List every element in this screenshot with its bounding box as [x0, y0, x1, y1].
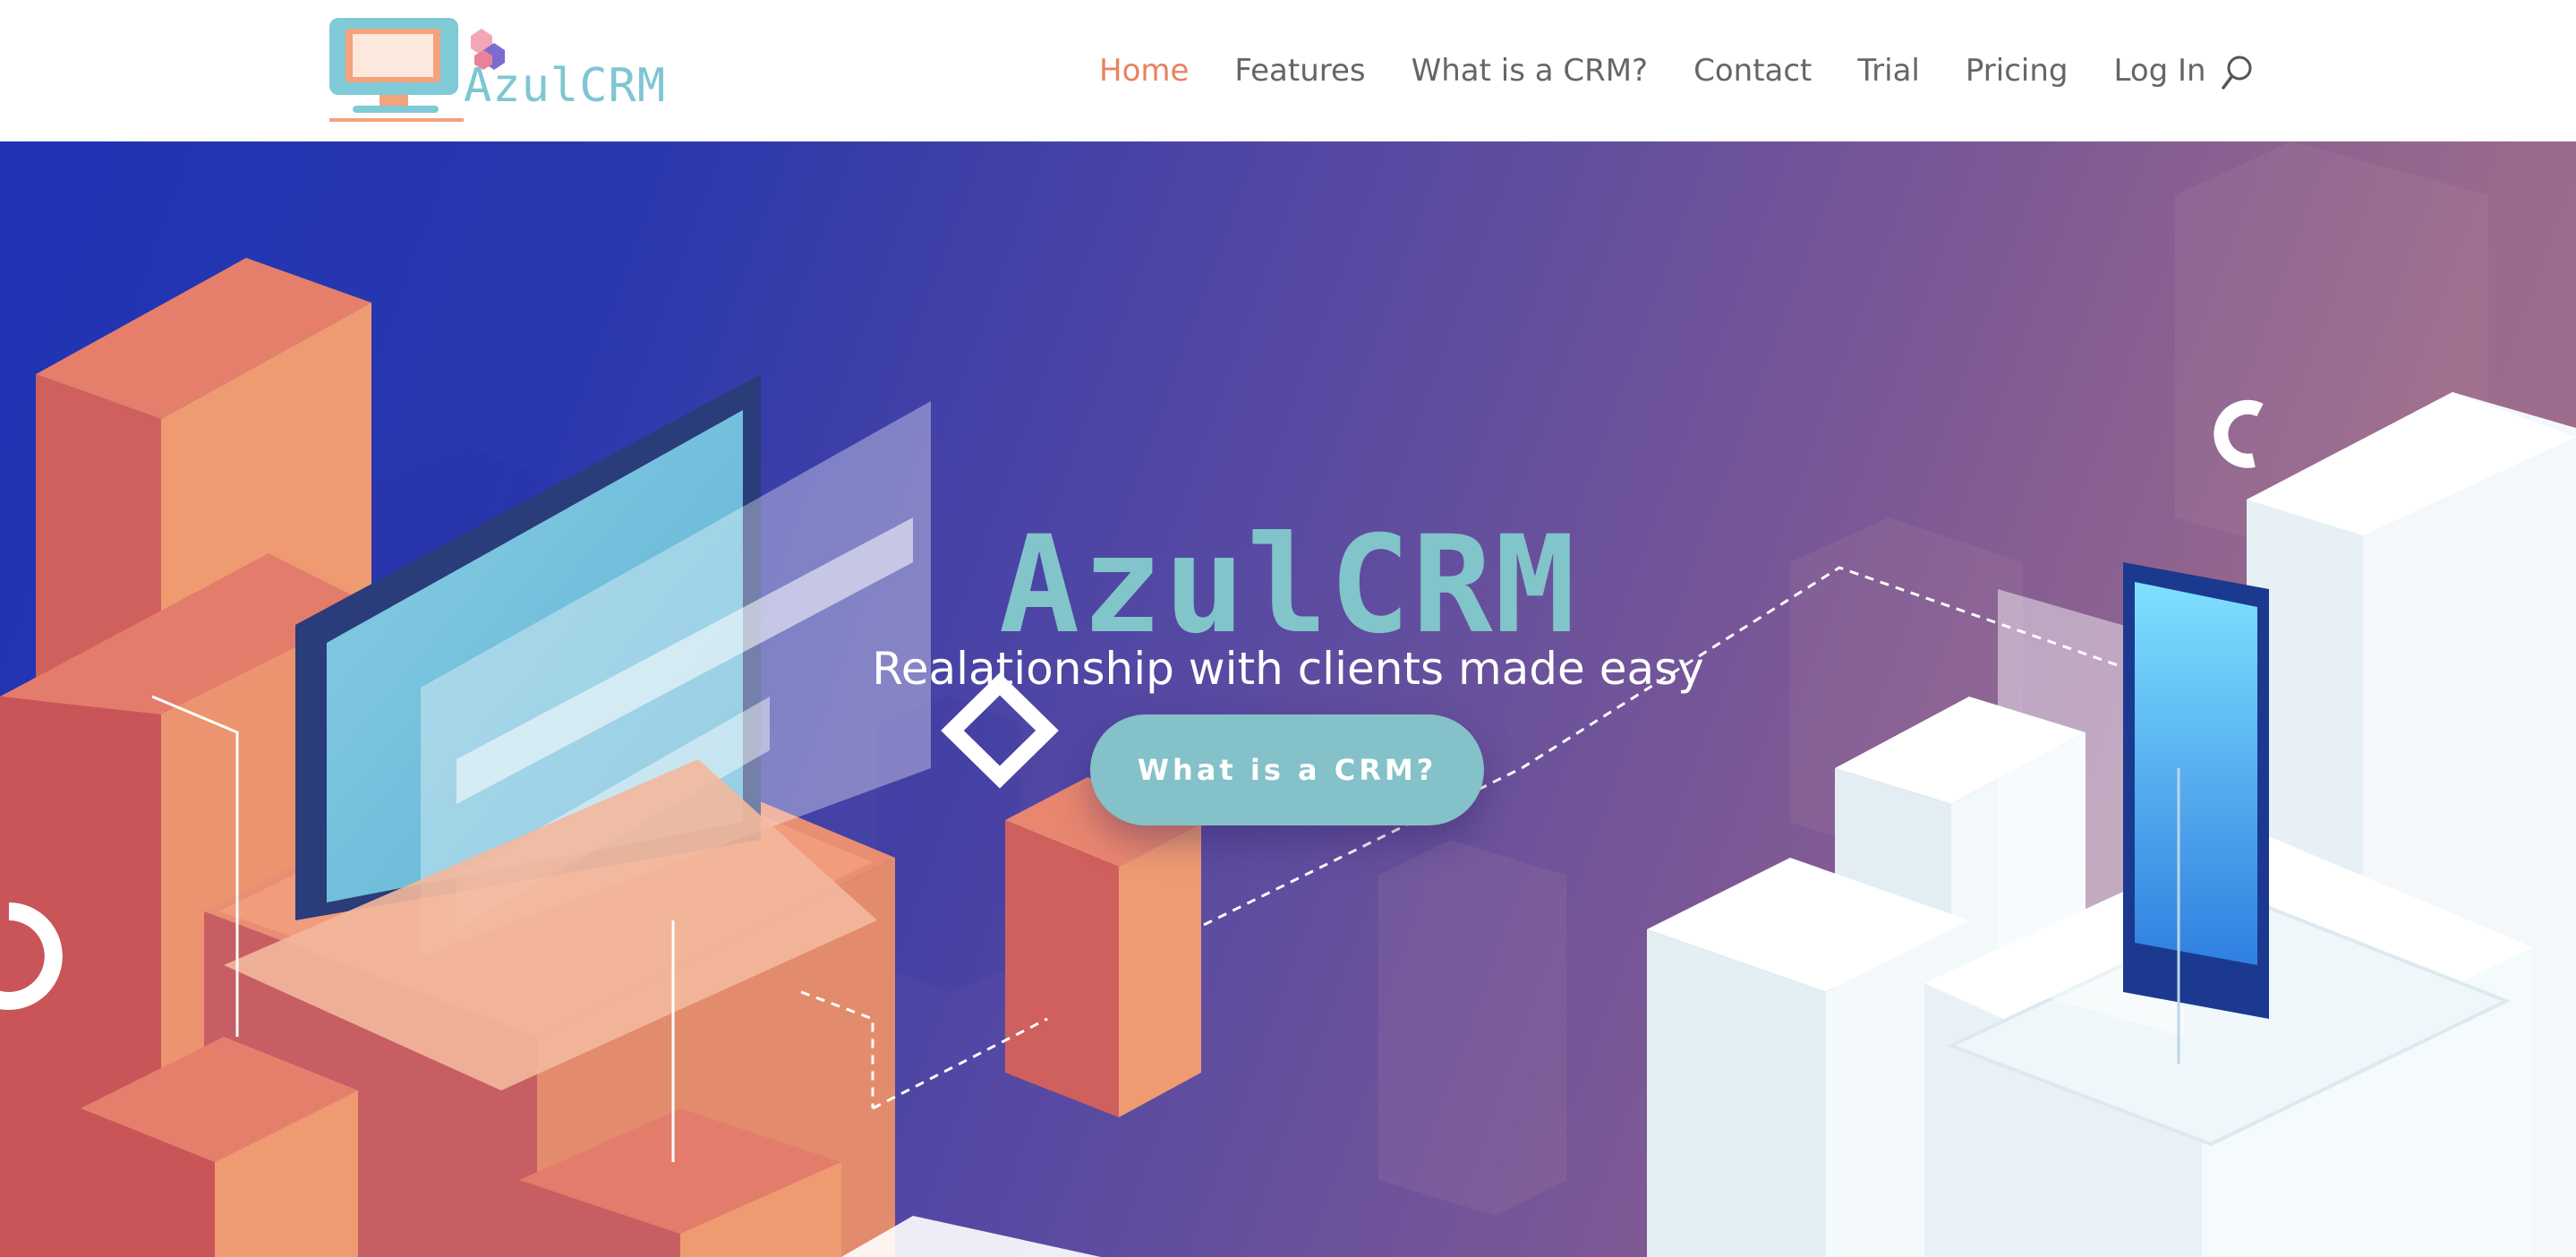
nav-login[interactable]: Log In [2113, 53, 2205, 89]
hero-title: AzulCRM [998, 507, 1578, 663]
site-logo[interactable]: AzulCRM [328, 13, 665, 127]
nav-features[interactable]: Features [1234, 53, 1365, 89]
nav-what-is-crm[interactable]: What is a CRM? [1412, 53, 1649, 89]
hero-subtitle: Realationship with clients made easy [872, 643, 1704, 695]
main-nav: Home Features What is a CRM? Contact Tri… [1099, 48, 2252, 93]
isometric-city-illustration [0, 141, 2576, 1257]
nav-pricing[interactable]: Pricing [1966, 53, 2068, 89]
site-header: AzulCRM Home Features What is a CRM? Con… [0, 0, 2576, 141]
nav-contact[interactable]: Contact [1693, 53, 1812, 89]
search-icon[interactable] [2220, 54, 2256, 93]
nav-trial[interactable]: Trial [1857, 53, 1919, 89]
what-is-crm-button[interactable]: What is a CRM? [1090, 714, 1484, 825]
logo-text: AzulCRM [464, 59, 667, 113]
nav-home[interactable]: Home [1099, 53, 1189, 89]
hero-section: AzulCRM Realationship with clients made … [0, 141, 2576, 1257]
